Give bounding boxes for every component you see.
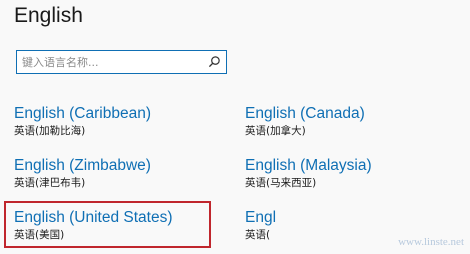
language-item-english-malaysia[interactable]: English (Malaysia) 英语(马来西亚) [245, 156, 455, 190]
watermark: www.linste.net [398, 236, 464, 248]
language-item-english-caribbean[interactable]: English (Caribbean) 英语(加勒比海) [14, 104, 224, 138]
language-name[interactable]: English (Canada) [245, 104, 455, 123]
language-item-english-zimbabwe[interactable]: English (Zimbabwe) 英语(津巴布韦) [14, 156, 224, 190]
page-title: English [14, 4, 83, 27]
language-native-name: 英语(马来西亚) [245, 177, 317, 189]
language-name[interactable]: Engl [245, 208, 455, 227]
language-name[interactable]: English (Caribbean) [14, 104, 224, 123]
language-native-name: 英语(津巴布韦) [14, 177, 86, 189]
search-icon[interactable] [208, 55, 221, 68]
language-native-name: 英语(加拿大) [245, 125, 306, 137]
language-name[interactable]: English (Malaysia) [245, 156, 455, 175]
language-item-english-canada[interactable]: English (Canada) 英语(加拿大) [245, 104, 455, 138]
language-name[interactable]: English (Zimbabwe) [14, 156, 224, 175]
selection-highlight [4, 201, 211, 248]
search-box[interactable] [16, 50, 227, 74]
language-native-name: 英语(加勒比海) [14, 125, 86, 137]
search-input[interactable] [22, 53, 202, 71]
